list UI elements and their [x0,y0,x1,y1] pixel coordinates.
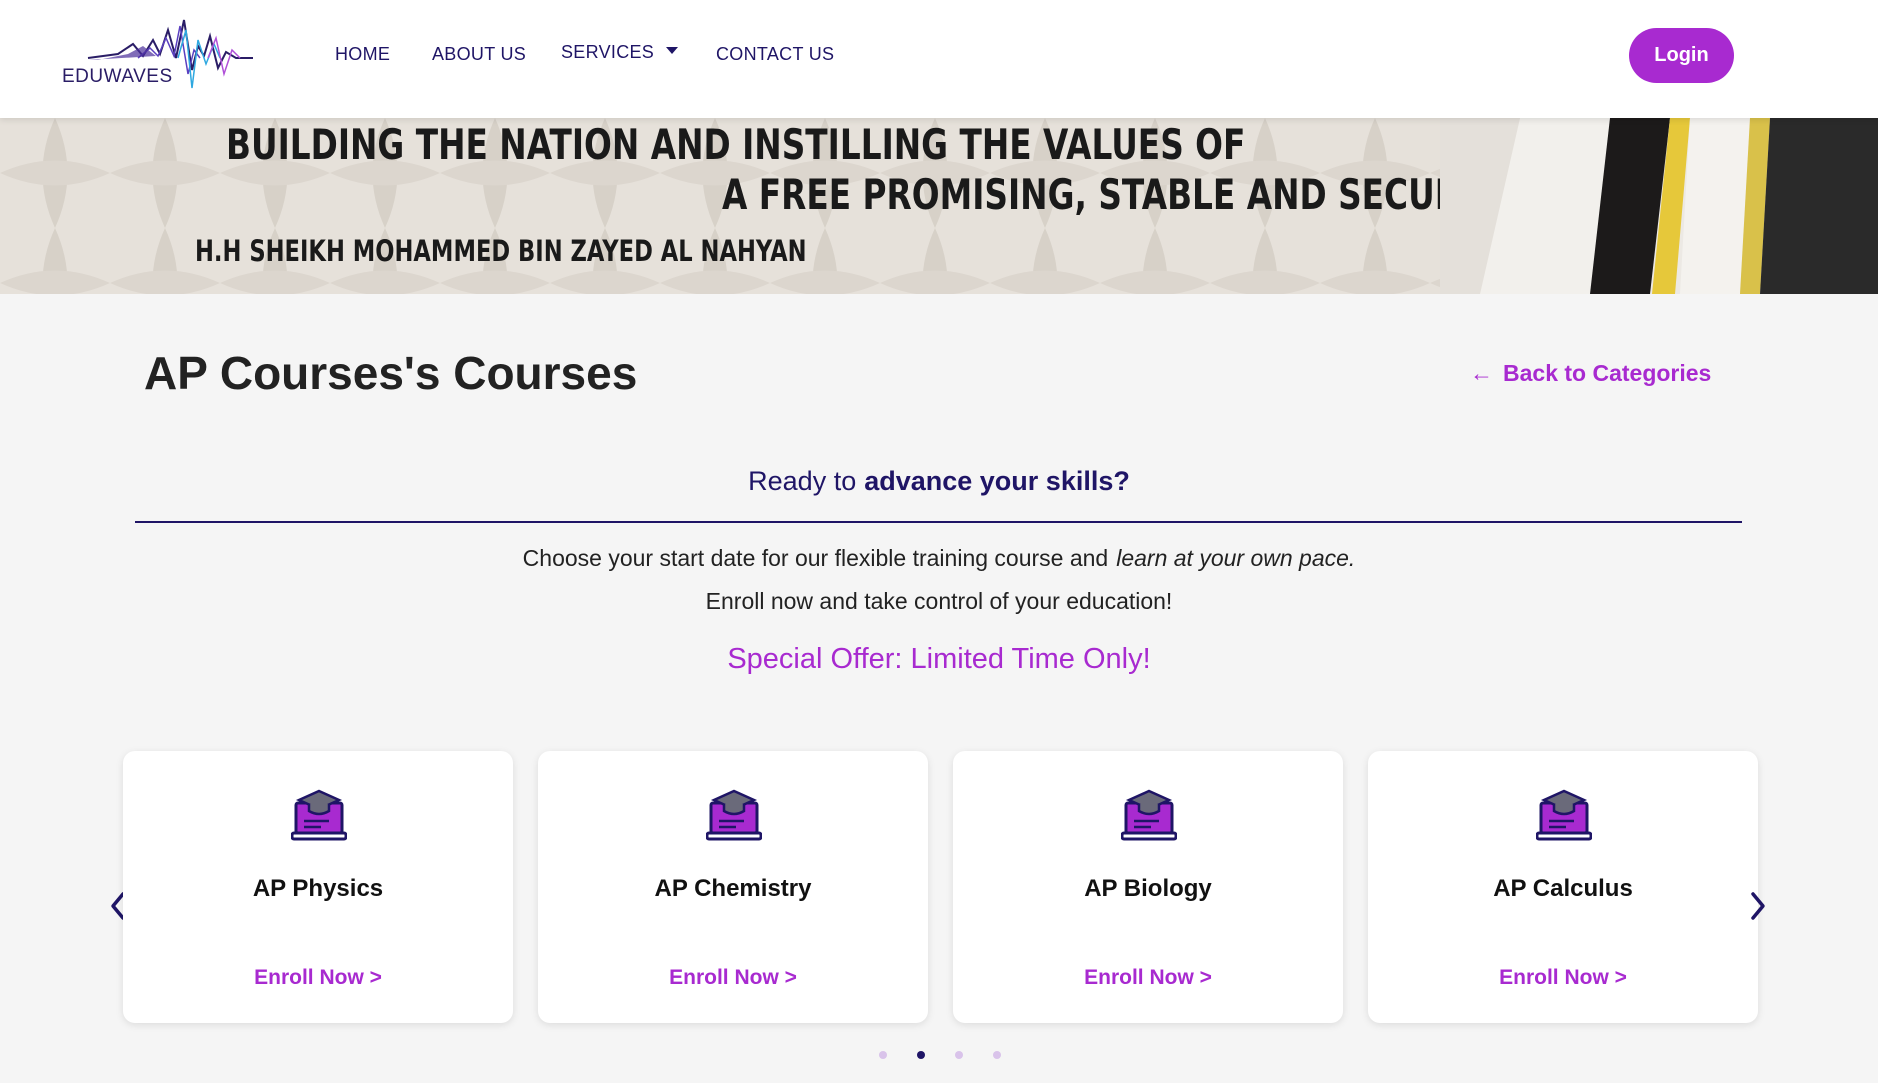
carousel-dot[interactable] [917,1051,925,1059]
back-to-categories-label: Back to Categories [1503,360,1712,386]
eduwaves-logo[interactable]: EDUWAVES [58,10,258,100]
carousel-dot[interactable] [993,1051,1001,1059]
chevron-right-icon [1751,892,1765,920]
nav-home[interactable]: HOME [335,44,390,65]
course-title: AP Biology [1084,875,1212,902]
portrait-image [1440,118,1878,294]
login-button[interactable]: Login [1629,28,1734,83]
ready-highlight: advance your skills? [864,466,1130,496]
arrow-left-icon: ← [1470,360,1493,386]
graduation-laptop-icon [706,789,762,841]
description-line-2: Enroll now and take control of your educ… [705,588,1173,614]
back-to-categories-link[interactable]: ← Back to Categories [1470,360,1711,387]
enroll-now-link[interactable]: Enroll Now > [1368,966,1758,990]
site-header: EDUWAVES HOME ABOUT US SERVICES CONTACT … [0,0,1878,118]
quote-line-1: BUILDING THE NATION AND INSTILLING THE V… [226,120,1246,169]
description-line-1-text: Choose your start date for our flexible … [522,545,1109,571]
page-title: AP Courses's Courses [144,347,638,399]
course-title: AP Physics [252,875,384,902]
course-card-ap-physics[interactable]: AP Physics Enroll Now > [123,751,513,1023]
chevron-down-icon [666,46,679,54]
logo-text: EDUWAVES [62,66,173,87]
graduation-laptop-icon [291,789,347,841]
quote-author: H.H SHEIKH MOHAMMED BIN ZAYED AL NAHYAN [195,234,807,268]
quote-banner: BUILDING THE NATION AND INSTILLING THE V… [0,118,1878,294]
course-card-ap-calculus[interactable]: AP Calculus Enroll Now > [1368,751,1758,1023]
enroll-now-link[interactable]: Enroll Now > [123,966,513,990]
course-card-ap-chemistry[interactable]: AP Chemistry Enroll Now > [538,751,928,1023]
description-line-1: Choose your start date for our flexible … [0,545,1878,572]
course-title: AP Chemistry [654,875,812,902]
description-line-1-emphasis: learn at your own pace. [1116,545,1356,571]
course-card-ap-biology[interactable]: AP Biology Enroll Now > [953,751,1343,1023]
carousel-dot[interactable] [955,1051,963,1059]
nav-services-label: SERVICES [561,42,655,62]
nav-contact-us[interactable]: CONTACT US [716,44,834,65]
nav-services[interactable]: SERVICES [561,42,679,63]
graduation-laptop-icon [1536,789,1592,841]
carousel-next-button[interactable] [1746,888,1770,924]
course-title: AP Calculus [1493,875,1633,902]
special-offer-text: Special Offer: Limited Time Only! [727,643,1151,675]
enroll-now-link[interactable]: Enroll Now > [953,966,1343,990]
carousel-dot[interactable] [879,1051,887,1059]
carousel-pagination [0,1051,1878,1063]
ready-heading: Ready to advance your skills? [0,466,1878,497]
graduation-laptop-icon [1121,789,1177,841]
ready-prefix: Ready to [748,466,857,496]
section-divider [135,521,1742,523]
nav-about-us[interactable]: ABOUT US [432,44,526,65]
enroll-now-link[interactable]: Enroll Now > [538,966,928,990]
